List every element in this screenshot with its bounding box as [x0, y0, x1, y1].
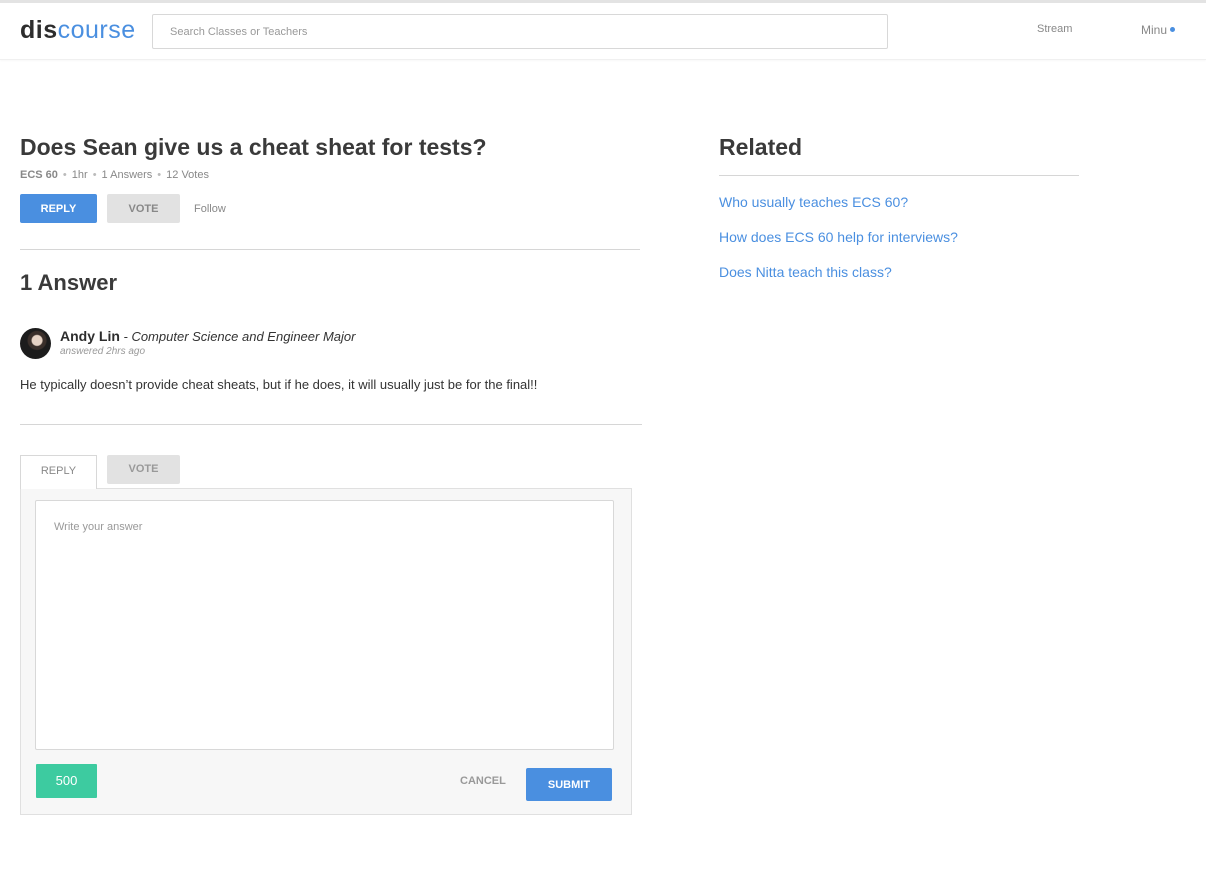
question-course[interactable]: ECS 60	[20, 169, 58, 181]
follow-link[interactable]: Follow	[194, 203, 226, 215]
nav-stream-link[interactable]: Stream	[1037, 23, 1072, 35]
answer-timestamp: answered 2hrs ago	[60, 346, 146, 357]
meta-separator: •	[62, 169, 67, 181]
divider	[20, 424, 642, 425]
list-item: How does ECS 60 help for interviews?	[719, 229, 958, 264]
answer-textarea[interactable]	[35, 500, 614, 750]
question-title: Does Sean give us a cheat sheat for test…	[20, 134, 487, 160]
question-answers-count: 1 Answers	[101, 169, 153, 181]
meta-separator: •	[157, 169, 162, 181]
cancel-button[interactable]: CANCEL	[460, 775, 506, 787]
logo-dis: dis	[20, 16, 58, 44]
related-link[interactable]: How does ECS 60 help for interviews?	[719, 229, 958, 245]
related-link[interactable]: Who usually teaches ECS 60?	[719, 194, 908, 210]
divider	[20, 249, 640, 250]
list-item: Does Nitta teach this class?	[719, 264, 958, 299]
author-major: - Computer Science and Engineer Major	[119, 329, 356, 344]
top-bar: discourse Stream Minu	[0, 3, 1206, 60]
search-input[interactable]	[152, 14, 888, 49]
related-heading: Related	[719, 134, 803, 160]
related-link[interactable]: Does Nitta teach this class?	[719, 264, 892, 280]
related-list: Who usually teaches ECS 60? How does ECS…	[719, 194, 958, 299]
list-item: Who usually teaches ECS 60?	[719, 194, 958, 229]
question-meta: ECS 60 • 1hr • 1 Answers • 12 Votes	[20, 169, 209, 181]
char-count-badge: 500	[36, 764, 97, 798]
tab-vote[interactable]: VOTE	[107, 455, 180, 484]
author-name[interactable]: Andy Lin	[60, 328, 120, 344]
tab-reply[interactable]: REPLY	[20, 455, 97, 489]
reply-button[interactable]: REPLY	[20, 194, 97, 223]
submit-button[interactable]: SUBMIT	[526, 768, 612, 801]
notification-dot-icon	[1170, 27, 1175, 32]
answer-author: Andy Lin - Computer Science and Engineer…	[60, 328, 355, 344]
answer-body: He typically doesn’t provide cheat sheat…	[20, 377, 538, 392]
question-votes: 12 Votes	[166, 169, 209, 181]
logo-course: course	[57, 16, 136, 44]
avatar[interactable]	[20, 328, 51, 359]
divider	[719, 175, 1079, 176]
meta-separator: •	[92, 169, 97, 181]
question-time: 1hr	[71, 169, 88, 181]
logo[interactable]: discourse	[20, 16, 136, 45]
answers-heading: 1 Answer	[20, 270, 118, 295]
vote-button[interactable]: VOTE	[107, 194, 180, 223]
nav-user-menu[interactable]: Minu	[1141, 23, 1167, 37]
